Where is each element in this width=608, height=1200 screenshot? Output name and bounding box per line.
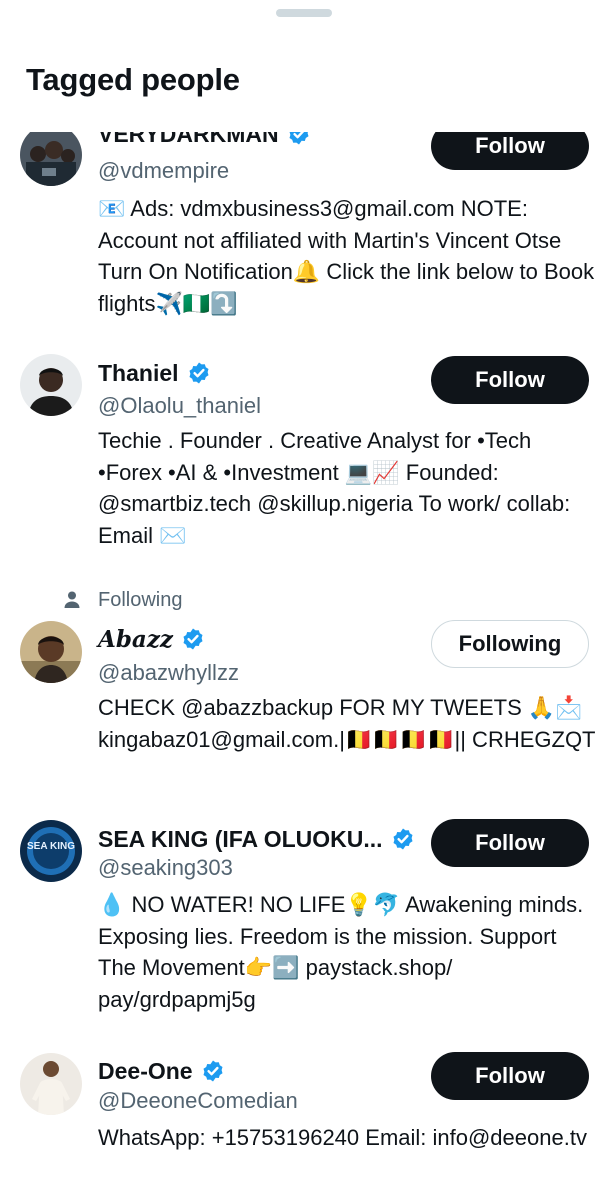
verified-badge-icon — [201, 1059, 225, 1083]
follow-button[interactable]: Follow — [431, 356, 589, 404]
display-name: Abazz — [98, 625, 173, 653]
user-cell-deeonecomedian[interactable]: Dee-One Follow @DeeoneComedian WhatsApp:… — [0, 1047, 608, 1200]
user-bio: Techie . Founder . Creative Analyst for … — [98, 428, 571, 548]
tagged-people-list[interactable]: VERYDARKMAN Follow @vdmempire 📧 Ads: vdm… — [0, 132, 608, 1200]
username: @vdmempire — [98, 158, 230, 183]
user-bio: WhatsApp: +15753196240 Email: info@deeon… — [98, 1125, 587, 1150]
name-row: VERYDARKMAN — [98, 132, 311, 150]
avatar[interactable] — [20, 132, 82, 186]
display-name: SEA KING (IFA OLUOKU... — [98, 825, 383, 852]
verified-badge-icon — [181, 627, 205, 651]
avatar[interactable] — [20, 1053, 82, 1115]
display-name: Dee-One — [98, 1057, 193, 1084]
user-cell-seaking303[interactable]: SEA KING SEA KING (IFA OLUOKU... Follow … — [0, 812, 608, 1047]
user-cell-vdmempire[interactable]: VERYDARKMAN Follow @vdmempire 📧 Ads: vdm… — [0, 132, 608, 342]
avatar-image — [20, 621, 82, 683]
avatar[interactable] — [20, 354, 82, 416]
avatar-image — [20, 1053, 82, 1115]
avatar[interactable] — [20, 621, 82, 683]
verified-badge-icon — [187, 361, 211, 385]
name-row: SEA KING (IFA OLUOKU... — [98, 823, 415, 855]
name-row: Thaniel — [98, 357, 211, 389]
user-cell-abazwhyllzz[interactable]: Following Abazz Following @abazwhyllzz C… — [0, 577, 608, 812]
user-bio: 💧 NO WATER! NO LIFE💡🐬 Awakening minds. E… — [98, 892, 584, 1012]
follow-button[interactable]: Follow — [431, 132, 589, 170]
user-cell-olaolu-thaniel[interactable]: Thaniel Follow @Olaolu_thaniel Techie . … — [0, 342, 608, 577]
username: @seaking303 — [98, 855, 233, 880]
avatar-label: SEA KING — [27, 841, 75, 852]
sheet-title: Tagged people — [26, 62, 240, 97]
sheet-drag-handle[interactable] — [276, 9, 332, 17]
follow-button[interactable]: Follow — [431, 819, 589, 867]
following-button[interactable]: Following — [431, 620, 589, 668]
avatar[interactable]: SEA KING — [20, 820, 82, 882]
username: @Olaolu_thaniel — [98, 393, 261, 418]
display-name: Thaniel — [98, 359, 179, 386]
name-row: Dee-One — [98, 1055, 225, 1087]
username: @DeeoneComedian — [98, 1088, 298, 1113]
avatar-image — [20, 354, 82, 416]
verified-badge-icon — [391, 827, 415, 851]
avatar-image — [20, 132, 82, 186]
follow-button[interactable]: Follow — [431, 1052, 589, 1100]
person-icon — [64, 591, 80, 608]
user-bio: 📧 Ads: vdmxbusiness3@gmail.com NOTE: Acc… — [98, 196, 595, 316]
social-context-label: Following — [98, 588, 183, 611]
avatar-image: SEA KING — [20, 820, 82, 882]
social-context: Following — [60, 586, 182, 614]
name-row: Abazz — [98, 623, 205, 655]
user-bio: CHECK @abazzbackup FOR MY TWEETS 🙏📩kinga… — [98, 695, 596, 752]
verified-badge-icon — [287, 132, 311, 146]
display-name: VERYDARKMAN — [98, 132, 279, 147]
username: @abazwhyllzz — [98, 660, 239, 685]
